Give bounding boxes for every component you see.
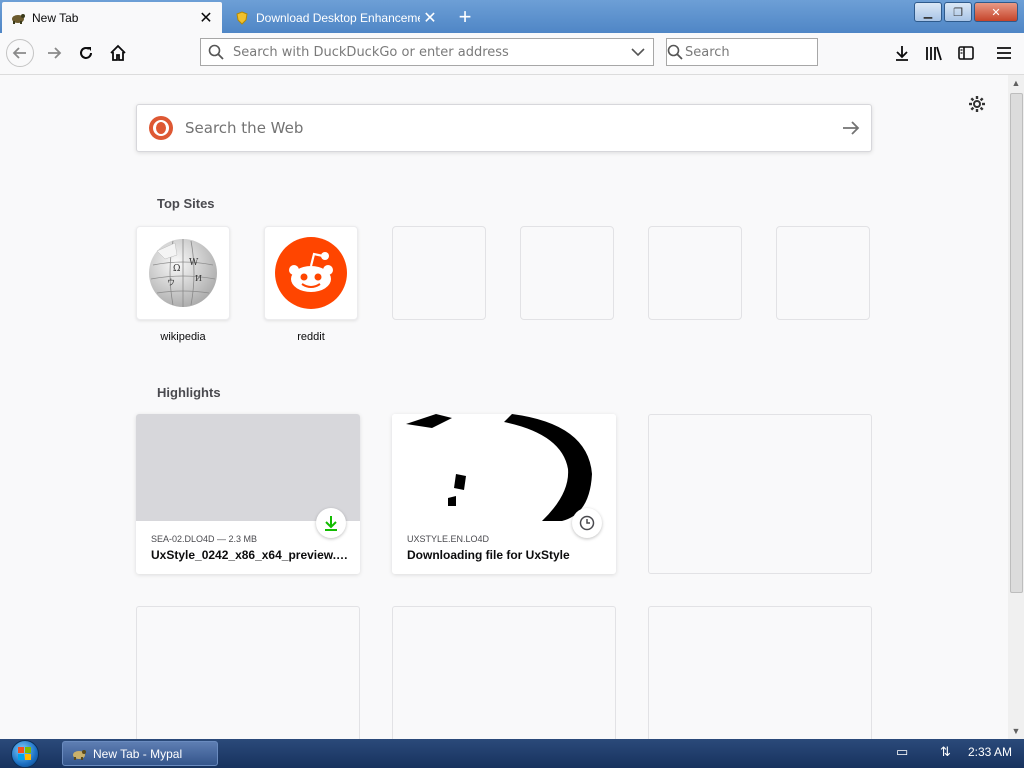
close-tab-icon[interactable]: ✕ bbox=[420, 8, 440, 28]
close-tab-icon[interactable]: ✕ bbox=[196, 8, 216, 28]
scroll-down-arrow-icon[interactable]: ▼ bbox=[1008, 723, 1024, 739]
url-bar[interactable] bbox=[200, 38, 654, 66]
taskbar-item-label: New Tab - Mypal bbox=[93, 746, 183, 761]
top-sites-heading: Top Sites bbox=[157, 196, 215, 211]
top-site-wikipedia[interactable]: Ω W И ウ bbox=[136, 226, 230, 320]
tab-title: Download Desktop Enhancements bbox=[256, 10, 420, 25]
highlight-title: Downloading file for UxStyle bbox=[407, 548, 570, 562]
highlight-thumbnail bbox=[392, 414, 616, 521]
sidebar-icon bbox=[958, 46, 974, 60]
arrow-right-icon[interactable] bbox=[831, 120, 871, 136]
download-icon bbox=[316, 508, 346, 538]
highlight-card[interactable]: SEA-02.DLO4D — 2.3 MB UxStyle_0242_x86_x… bbox=[136, 414, 360, 574]
highlight-source: UXSTYLE.EN.LO4D bbox=[407, 534, 490, 544]
windows-logo-icon bbox=[11, 739, 39, 768]
search-icon bbox=[201, 44, 231, 60]
mypal-favicon-icon bbox=[10, 10, 26, 26]
back-button[interactable] bbox=[6, 39, 34, 67]
web-search-input[interactable] bbox=[183, 118, 831, 138]
keyboard-icon[interactable]: ▭ bbox=[896, 744, 908, 760]
highlight-source: SEA-02.DLO4D — 2.3 MB bbox=[151, 534, 258, 544]
gear-icon[interactable] bbox=[966, 93, 988, 115]
reddit-logo-icon bbox=[275, 237, 347, 309]
menu-button[interactable] bbox=[990, 39, 1018, 67]
web-search-box[interactable] bbox=[136, 104, 872, 152]
sidebar-button[interactable] bbox=[952, 39, 980, 67]
close-window-button[interactable]: ✕ bbox=[974, 2, 1018, 22]
windows-taskbar: New Tab - Mypal ▭ ⇅ 2:33 AM bbox=[0, 739, 1024, 768]
url-input[interactable] bbox=[231, 43, 623, 61]
scroll-up-arrow-icon[interactable]: ▲ bbox=[1008, 75, 1024, 91]
restore-button[interactable]: ❐ bbox=[944, 2, 972, 22]
svg-text:И: И bbox=[195, 274, 202, 283]
highlight-title: UxStyle_0242_x86_x64_preview.zip bbox=[151, 548, 351, 562]
network-icon[interactable]: ⇅ bbox=[940, 744, 951, 760]
nav-toolbar bbox=[0, 33, 1024, 75]
chevron-down-icon[interactable] bbox=[623, 47, 653, 57]
search-bar[interactable] bbox=[666, 38, 857, 66]
wikipedia-logo-icon: Ω W И ウ bbox=[149, 239, 217, 307]
top-site-empty[interactable] bbox=[648, 226, 742, 320]
new-tab-button[interactable]: + bbox=[452, 4, 478, 30]
highlight-thumbnail bbox=[136, 414, 360, 521]
start-button[interactable] bbox=[8, 739, 42, 768]
new-tab-page: Top Sites Ω W И ウ bbox=[0, 75, 1008, 739]
tab-download-desktop[interactable]: Download Desktop Enhancements ✕ bbox=[226, 2, 446, 33]
top-site-empty[interactable] bbox=[392, 226, 486, 320]
highlight-placeholder bbox=[392, 606, 616, 739]
window-controls: ▁ ❐ ✕ bbox=[914, 2, 1018, 22]
scrollbar-thumb[interactable] bbox=[1010, 93, 1023, 593]
taskbar-item-mypal[interactable]: New Tab - Mypal bbox=[62, 741, 218, 766]
highlight-placeholder bbox=[648, 606, 872, 739]
clock-icon bbox=[572, 508, 602, 538]
minimize-button[interactable]: ▁ bbox=[914, 2, 942, 22]
top-site-label[interactable]: reddit bbox=[264, 331, 358, 343]
top-site-reddit[interactable] bbox=[264, 226, 358, 320]
svg-text:ウ: ウ bbox=[167, 278, 175, 287]
svg-text:W: W bbox=[189, 258, 199, 268]
top-site-empty[interactable] bbox=[520, 226, 614, 320]
home-button[interactable] bbox=[104, 39, 132, 67]
reload-icon bbox=[80, 47, 92, 59]
search-icon bbox=[667, 44, 683, 60]
library-button[interactable] bbox=[920, 39, 948, 67]
vertical-scrollbar[interactable]: ▲ ▼ bbox=[1008, 75, 1024, 739]
forward-button[interactable] bbox=[40, 39, 68, 67]
hamburger-menu-icon bbox=[997, 47, 1011, 59]
search-input[interactable] bbox=[683, 43, 857, 61]
mypal-favicon-icon bbox=[71, 747, 87, 761]
svg-text:Ω: Ω bbox=[173, 264, 180, 274]
duckduckgo-logo-icon bbox=[149, 116, 173, 140]
highlight-placeholder bbox=[136, 606, 360, 739]
shield-favicon-icon bbox=[234, 10, 250, 26]
downloads-button[interactable] bbox=[888, 39, 916, 67]
tab-strip: New Tab ✕ Download Desktop Enhancements … bbox=[0, 0, 1024, 33]
reload-button[interactable] bbox=[72, 39, 100, 67]
top-site-empty[interactable] bbox=[776, 226, 870, 320]
highlight-card[interactable]: UXSTYLE.EN.LO4D Downloading file for UxS… bbox=[392, 414, 616, 574]
library-icon bbox=[926, 46, 942, 61]
arrow-left-icon bbox=[12, 47, 26, 59]
arrow-right-icon bbox=[48, 47, 62, 59]
top-site-label[interactable]: wikipedia bbox=[136, 331, 230, 343]
tab-new-tab[interactable]: New Tab ✕ bbox=[2, 2, 222, 33]
tab-title: New Tab bbox=[32, 10, 79, 25]
taskbar-clock[interactable]: 2:33 AM bbox=[968, 745, 1012, 759]
highlights-heading: Highlights bbox=[157, 385, 221, 400]
home-icon bbox=[110, 44, 126, 61]
highlight-placeholder bbox=[648, 414, 872, 574]
download-icon bbox=[896, 46, 908, 61]
